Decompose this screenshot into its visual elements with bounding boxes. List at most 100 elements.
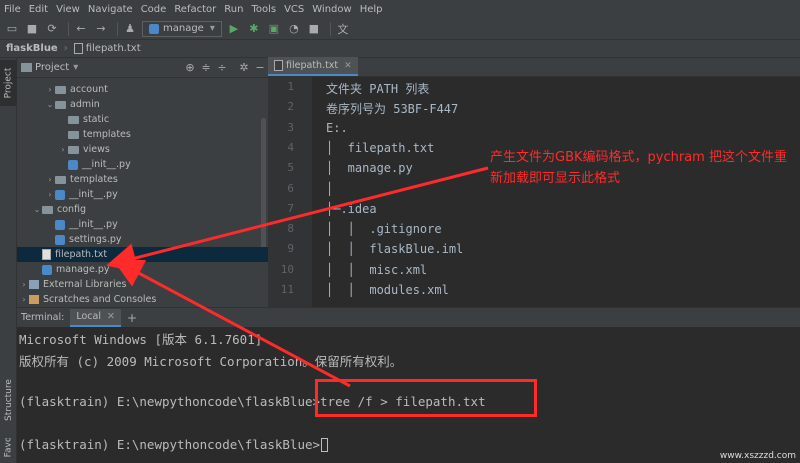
chevron-down-icon[interactable]: ▾: [73, 62, 78, 73]
gear-icon[interactable]: ✲: [236, 61, 252, 74]
collapse-all-icon[interactable]: ≑: [198, 61, 214, 74]
tree-item[interactable]: filepath.txt: [17, 247, 268, 262]
tree-item[interactable]: manage.py: [17, 262, 268, 277]
terminal-tab-local[interactable]: Local ✕: [70, 308, 121, 327]
menu-item-view[interactable]: View: [56, 4, 80, 15]
tree-item[interactable]: › account: [17, 82, 268, 97]
stop-icon[interactable]: ■: [306, 21, 322, 37]
line-number: 8: [287, 222, 294, 236]
add-terminal-icon[interactable]: +: [127, 311, 137, 325]
chevron-right-icon[interactable]: ›: [45, 175, 55, 184]
folder-icon: [42, 205, 53, 214]
highlight-box: [315, 379, 537, 417]
debug-icon[interactable]: ✱: [246, 21, 262, 37]
chevron-right-icon[interactable]: ›: [19, 280, 29, 289]
tree-item-label: templates: [70, 174, 118, 185]
menu-item-vcs[interactable]: VCS: [284, 4, 304, 15]
chevron-right-icon[interactable]: ›: [45, 85, 55, 94]
menu-item-navigate[interactable]: Navigate: [88, 4, 133, 15]
chevron-down-icon[interactable]: ⌄: [45, 100, 55, 109]
menu-item-refactor[interactable]: Refactor: [174, 4, 216, 15]
tree-item-label: settings.py: [69, 234, 122, 245]
tab-project[interactable]: Project: [0, 60, 17, 106]
tree-item[interactable]: __init__.py: [17, 157, 268, 172]
folder-icon: [55, 100, 66, 109]
project-panel: Project ▾ ⊕ ≑ ÷ ✲ − › account ⌄ admin static…: [17, 58, 268, 307]
chevron-down-icon: ▾: [209, 23, 215, 34]
line-number: 4: [287, 140, 294, 154]
tree-item-label: __init__.py: [69, 219, 118, 230]
tree-item[interactable]: settings.py: [17, 232, 268, 247]
tree-item[interactable]: templates: [17, 127, 268, 142]
chevron-right-icon[interactable]: ›: [45, 190, 55, 199]
line-number: 10: [280, 262, 294, 276]
tree-item[interactable]: › Scratches and Consoles: [17, 292, 268, 307]
project-panel-title[interactable]: Project: [35, 62, 69, 73]
expand-all-icon[interactable]: ÷: [214, 61, 230, 74]
chevron-down-icon[interactable]: ⌄: [32, 205, 42, 214]
terminal-label: Terminal:: [21, 312, 65, 323]
forward-icon[interactable]: →: [93, 21, 109, 37]
menu-item-code[interactable]: Code: [141, 4, 167, 15]
tab-favorites-label: Favorites: [4, 438, 14, 457]
menu-item-run[interactable]: Run: [224, 4, 243, 15]
back-icon[interactable]: ←: [73, 21, 89, 37]
code-line: │ │ modules.xml: [326, 283, 449, 297]
user-icon[interactable]: ♟: [122, 21, 138, 37]
python-file-icon: [68, 159, 78, 170]
tree-item-label: filepath.txt: [55, 249, 108, 260]
code-line: │ manage.py: [326, 161, 413, 176]
menu-item-file[interactable]: File: [4, 4, 21, 15]
coverage-icon[interactable]: ▣: [266, 21, 282, 37]
terminal-line: 版权所有 (c) 2009 Microsoft Corporation。保留所有…: [19, 353, 403, 369]
scratches-icon: [29, 295, 39, 304]
line-number: 3: [287, 120, 294, 134]
line-number: 11: [280, 283, 294, 296]
breadcrumb-separator: ›: [63, 43, 68, 54]
tab-structure[interactable]: Structure: [0, 370, 17, 430]
tree-item[interactable]: › views: [17, 142, 268, 157]
tree-item-label: manage.py: [56, 264, 110, 275]
line-number-gutter: 1 2 3 4 5 6 7 8 9 10 11: [268, 77, 312, 307]
minimize-icon[interactable]: −: [252, 61, 268, 74]
tab-filepath-txt[interactable]: filepath.txt ✕: [268, 57, 358, 76]
tab-favorites[interactable]: Favorites: [0, 438, 17, 463]
line-number: 2: [287, 100, 294, 114]
breadcrumb-file[interactable]: filepath.txt: [86, 43, 141, 54]
chevron-right-icon[interactable]: ›: [19, 295, 29, 304]
tree-item-label: __init__.py: [69, 189, 118, 200]
python-file-icon: [55, 189, 65, 200]
profile-icon[interactable]: ◔: [286, 21, 302, 37]
tree-item[interactable]: static: [17, 112, 268, 127]
left-tool-strip: Project Structure Favorites: [0, 58, 17, 463]
toolbar-separator: [117, 21, 118, 36]
menu-item-window[interactable]: Window: [312, 4, 351, 15]
terminal-tab-label: Local: [76, 311, 101, 322]
tree-item[interactable]: __init__.py: [17, 217, 268, 232]
terminal-line: Microsoft Windows [版本 6.1.7601]: [19, 332, 263, 347]
tree-item[interactable]: › __init__.py: [17, 187, 268, 202]
chevron-right-icon[interactable]: ›: [58, 145, 68, 154]
folder-icon: [55, 175, 66, 184]
text-file-icon: [42, 249, 51, 260]
run-icon[interactable]: ▶: [226, 21, 242, 37]
locate-icon[interactable]: ⊕: [182, 61, 198, 74]
menu-item-edit[interactable]: Edit: [29, 4, 48, 15]
menu-bar: File Edit View Navigate Code Refactor Run Tools…: [0, 0, 800, 18]
menu-item-help[interactable]: Help: [360, 4, 383, 15]
tree-item[interactable]: › templates: [17, 172, 268, 187]
line-number: 7: [287, 201, 294, 215]
run-configuration-select[interactable]: manage ▾: [142, 20, 222, 37]
tree-item[interactable]: › External Libraries: [17, 277, 268, 292]
close-icon[interactable]: ✕: [344, 61, 352, 71]
code-area[interactable]: 文件夹 PATH 列表 卷序列号为 53BF-F447 E:. │ filepath.…: [326, 77, 800, 307]
menu-item-tools[interactable]: Tools: [251, 4, 276, 15]
open-folder-icon[interactable]: ▭: [4, 21, 20, 37]
sync-icon[interactable]: ⟳: [44, 21, 60, 37]
translate-icon[interactable]: 文: [335, 21, 351, 37]
tree-item[interactable]: ⌄ admin: [17, 97, 268, 112]
close-icon[interactable]: ✕: [107, 311, 115, 322]
save-icon[interactable]: ■: [24, 21, 40, 37]
tree-item[interactable]: ⌄ config: [17, 202, 268, 217]
breadcrumb-project[interactable]: flaskBlue: [6, 43, 58, 54]
